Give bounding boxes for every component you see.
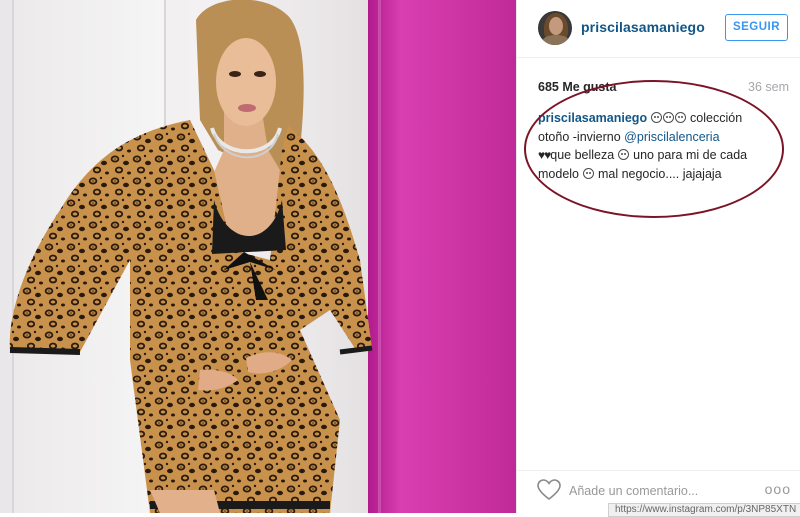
more-options-icon[interactable]: ooo	[765, 481, 791, 497]
likes-count[interactable]: 685 Me gusta	[538, 80, 617, 94]
caption-text: colección	[686, 111, 743, 125]
caption-text: modelo	[538, 166, 583, 181]
person-illustration	[9, 0, 373, 513]
caption-line-1: priscilasamaniego colección	[538, 109, 770, 128]
post-time[interactable]: 36 sem	[748, 80, 789, 94]
caption-line-4: modelo mal negocio.... jajajaja	[538, 165, 770, 184]
caption-text: que belleza	[550, 148, 618, 162]
post-photo[interactable]	[0, 0, 516, 513]
comment-input[interactable]	[569, 481, 749, 501]
caption-line-2: otoño -invierno @priscilalenceria	[538, 128, 770, 147]
avatar-body	[542, 35, 570, 45]
caption-username-link[interactable]: priscilasamaniego	[538, 111, 647, 125]
post-sidebar: priscilasamaniego SEGUIR 685 Me gusta 36…	[516, 0, 800, 513]
post-caption: priscilasamaniego colección otoño -invie…	[538, 109, 770, 183]
post-header: priscilasamaniego SEGUIR	[517, 0, 800, 58]
smiley-emoji-icon	[675, 112, 687, 123]
smiley-emoji-icon	[663, 112, 675, 123]
laughing-emoji-icon	[582, 167, 594, 179]
avatar-face	[549, 17, 563, 35]
caption-text: uno para mi de cada	[629, 148, 748, 162]
caption-line-3: ♥♥que belleza uno para mi de cada	[538, 146, 770, 165]
url-strip: https://www.instagram.com/p/3NP85XTN	[608, 503, 800, 517]
heart-emoji-icon: ♥♥	[538, 148, 551, 162]
heart-icon[interactable]	[537, 479, 561, 501]
post-stats: 685 Me gusta 36 sem	[517, 78, 800, 98]
caption-text: otoño -invierno	[538, 129, 625, 144]
mention-link[interactable]: @priscilalenceria	[624, 130, 719, 144]
username-link[interactable]: priscilasamaniego	[581, 19, 705, 35]
smiley-emoji-icon	[651, 112, 663, 123]
smiley-emoji-icon	[618, 149, 630, 160]
caption-text: mal negocio.... jajajaja	[594, 166, 722, 181]
avatar[interactable]	[538, 11, 572, 45]
follow-button[interactable]: SEGUIR	[725, 14, 788, 41]
